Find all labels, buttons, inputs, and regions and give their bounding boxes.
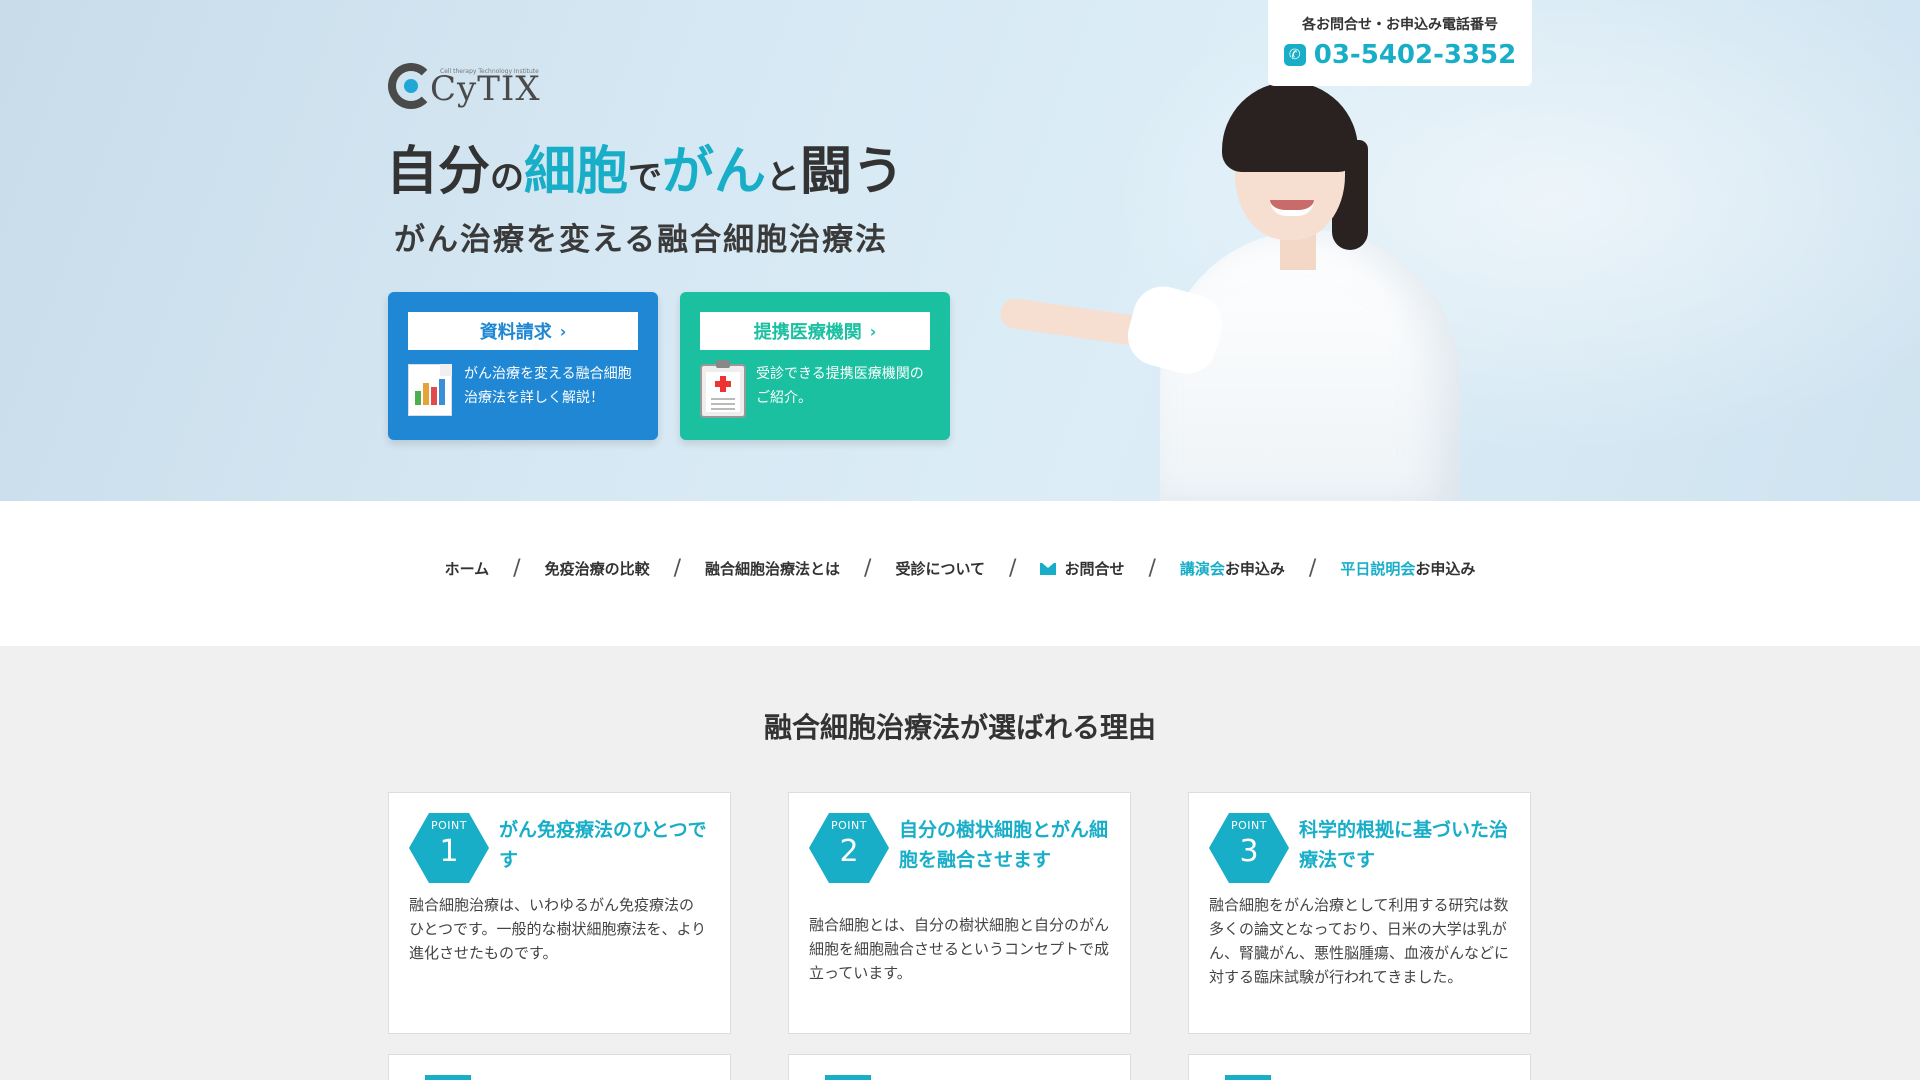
nav-divider: /	[513, 556, 521, 581]
hero-title-part: 細胞	[524, 142, 629, 202]
nav-weekday-rest: お申込み	[1415, 560, 1476, 578]
hero-title-part: と	[766, 158, 801, 198]
point-label: POINT	[831, 819, 867, 832]
reason-card-next	[788, 1054, 1131, 1080]
logo-mark-icon	[388, 63, 434, 109]
medical-clipboard-icon	[700, 360, 746, 418]
phone-number-link[interactable]: ✆ 03-5402-3352	[1268, 40, 1532, 70]
nav-divider: /	[864, 556, 872, 581]
point-hexagon-badge: POINT 2	[809, 813, 889, 883]
main-nav: ホーム / 免疫治療の比較 / 融合細胞治療法とは / 受診について / お問合…	[0, 556, 1920, 581]
cta-header: 資料請求 ›	[408, 312, 638, 350]
chevron-right-icon: ›	[869, 321, 877, 341]
request-materials-button[interactable]: 資料請求 › がん治療を変える融合細胞治療法を詳しく解説！	[388, 292, 658, 440]
cta-header: 提携医療機関 ›	[700, 312, 930, 350]
reason-title: がん免疫療法のひとつです	[499, 819, 707, 871]
nav-home[interactable]: ホーム	[445, 558, 490, 579]
hero-subtitle: がん治療を変える融合細胞治療法	[394, 222, 889, 258]
reason-card: POINT 1 がん免疫療法のひとつです 融合細胞治療は、いわゆるがん免疫療法の…	[388, 792, 731, 1034]
chevron-right-icon: ›	[559, 321, 567, 341]
phone-contact-box: 各お問合せ・お申込み電話番号 ✆ 03-5402-3352	[1268, 0, 1532, 86]
nav-about[interactable]: 融合細胞治療法とは	[705, 558, 840, 579]
nav-divider: /	[1148, 556, 1156, 581]
doctor-photo	[960, 60, 1520, 501]
nav-contact[interactable]: お問合せ	[1040, 558, 1124, 579]
hero-title-part: 闘う	[800, 142, 905, 202]
hero-title-part: がん	[662, 142, 767, 202]
reason-card-next	[388, 1054, 731, 1080]
reason-card: POINT 3 科学的根拠に基づいた治療法です 融合細胞をがん治療として利用する…	[1188, 792, 1531, 1034]
point-label: POINT	[1231, 819, 1267, 832]
hero-title-part: で	[628, 158, 663, 198]
nav-compare[interactable]: 免疫治療の比較	[545, 558, 650, 579]
nav-visit[interactable]: 受診について	[895, 558, 985, 579]
nav-weekday-highlight: 平日説明会	[1340, 560, 1416, 578]
cta-description: 受診できる提携医療機関のご紹介。	[756, 366, 924, 406]
reason-body: 融合細胞治療は、いわゆるがん免疫療法のひとつです。一般的な樹状細胞療法を、より進…	[409, 896, 707, 962]
phone-label: 各お問合せ・お申込み電話番号	[1302, 17, 1498, 33]
section-title: 融合細胞治療法が選ばれる理由	[763, 711, 1156, 744]
nav-divider: /	[673, 556, 682, 581]
nav-weekday-session[interactable]: 平日説明会 お申込み	[1340, 558, 1475, 579]
phone-number: 03-5402-3352	[1313, 40, 1517, 70]
reason-card-next	[1188, 1054, 1531, 1080]
point-hexagon-badge: POINT 1	[409, 813, 489, 883]
mail-icon	[1040, 561, 1057, 575]
reason-title: 自分の樹状細胞とがん細胞を融合させます	[899, 819, 1109, 871]
cta-description: がん治療を変える融合細胞治療法を詳しく解説！	[464, 366, 632, 406]
logo-tagline: Cell therapy Technology Institute	[440, 68, 539, 75]
site-logo[interactable]: CyTIX Cell therapy Technology Institute	[388, 60, 541, 112]
phone-icon: ✆	[1283, 44, 1306, 66]
hero-title-part: 自分	[386, 142, 491, 202]
point-number: 1	[439, 834, 459, 869]
hero-title-part: の	[490, 158, 525, 198]
logo-text: CyTIX	[430, 69, 541, 109]
point-label: POINT	[431, 819, 467, 832]
reason-title: 科学的根拠に基づいた治療法です	[1299, 819, 1509, 871]
reason-body: 融合細胞をがん治療として利用する研究は数多くの論文となっており、日米の大学は乳が…	[1209, 896, 1510, 986]
document-chart-icon	[408, 364, 454, 416]
hero-title: 自分の細胞でがんと闘う	[386, 140, 904, 216]
main-nav-bar: ホーム / 免疫治療の比較 / 融合細胞治療法とは / 受診について / お問合…	[0, 501, 1920, 646]
reason-body: 融合細胞とは、自分の樹状細胞と自分のがん細胞を細胞融合させるというコンセプトで成…	[809, 916, 1110, 982]
nav-divider: /	[1308, 556, 1317, 581]
point-number: 3	[1239, 834, 1259, 869]
hero-banner: CyTIX Cell therapy Technology Institute …	[0, 0, 1920, 501]
cta-label: 提携医療機関	[753, 322, 862, 343]
cta-label: 資料請求	[479, 322, 552, 343]
nav-contact-label: お問合せ	[1064, 560, 1125, 578]
point-hexagon-badge: POINT 3	[1209, 813, 1289, 883]
reason-card: POINT 2 自分の樹状細胞とがん細胞を融合させます 融合細胞とは、自分の樹状…	[788, 792, 1131, 1034]
partner-clinics-button[interactable]: 提携医療機関 › 受診できる提携医療機関のご紹介。	[680, 292, 950, 440]
nav-lecture-rest: お申込み	[1224, 560, 1285, 578]
point-number: 2	[839, 834, 859, 869]
nav-divider: /	[1009, 556, 1017, 581]
nav-lecture-highlight: 講演会	[1179, 560, 1225, 578]
nav-lecture[interactable]: 講演会 お申込み	[1180, 558, 1285, 579]
